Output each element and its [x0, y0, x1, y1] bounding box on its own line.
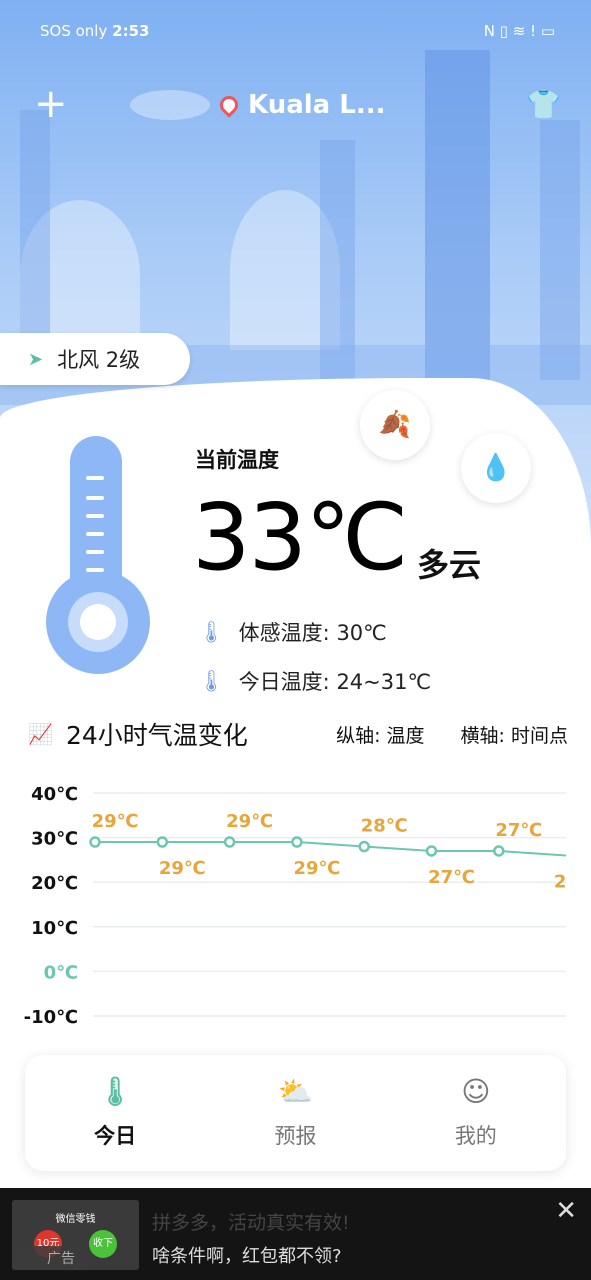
data-point	[223, 836, 236, 848]
line-chart-icon: 📈	[28, 722, 53, 746]
y-tick-label: -10℃	[24, 1007, 78, 1028]
data-point	[425, 845, 438, 857]
y-tick-label: 40℃	[31, 784, 78, 805]
city-name: Kuala L...	[248, 90, 386, 120]
nav-label: 我的	[454, 1124, 497, 1148]
ad-image-title: 微信零钱	[55, 1214, 96, 1225]
tshirt-icon[interactable]: 👕	[526, 88, 561, 121]
current-temp-label: 当前温度	[195, 448, 279, 472]
y-axis-note: 纵轴: 温度	[336, 724, 425, 747]
thermometer-small-icon: 🌡	[198, 668, 225, 693]
thermometer-small-icon: 🌡	[198, 619, 225, 644]
close-icon[interactable]: ✕	[555, 1196, 577, 1226]
data-label: 29℃	[293, 858, 340, 879]
data-point	[89, 836, 101, 848]
feels-like-value: 30℃	[336, 621, 387, 645]
nav-label: 今日	[94, 1124, 137, 1148]
data-label: 2	[554, 871, 567, 892]
today-range-value: 24~31℃	[336, 670, 432, 694]
ad-banner[interactable]: 微信零钱 10元 收下 广告 拼多多，活动真实有效! 啥条件啊，红包都不领? ✕	[0, 1188, 591, 1280]
humidity-button[interactable]: 💧	[461, 433, 531, 503]
wind-badge: ➤ 北风 2级	[0, 333, 190, 385]
data-label: 27℃	[428, 867, 475, 888]
wind-text: 北风 2级	[57, 348, 141, 372]
chart-header: 📈 24小时气温变化 纵轴: 温度 横轴: 时间点	[28, 716, 568, 752]
city-selector[interactable]: Kuala L...	[216, 90, 386, 120]
carrier: SOS only	[40, 22, 108, 40]
y-tick-label: 30℃	[31, 829, 78, 850]
clock: 2:53	[112, 22, 150, 40]
chart-title: 24小时气温变化	[66, 721, 248, 750]
data-point	[291, 836, 303, 848]
location-pin-icon	[216, 92, 242, 118]
data-label: 29℃	[159, 858, 206, 879]
data-point	[358, 840, 370, 853]
ad-line-1: 拼多多，活动真实有效!	[152, 1212, 350, 1234]
data-point	[156, 836, 169, 848]
user-icon: ☺	[461, 1075, 491, 1108]
water-drops-icon: 💧	[479, 453, 513, 483]
x-axis-note: 横轴: 时间点	[460, 724, 568, 747]
status-bar: SOS only 2:53 N ▯ ≋ ! ▭	[40, 22, 555, 40]
ad-image: 微信零钱 10元 收下 广告	[12, 1200, 139, 1270]
today-range-label: 今日温度:	[238, 670, 330, 694]
bottom-nav: 🌡 今日 ⛅ 预报 ☺ 我的	[25, 1055, 566, 1171]
y-tick-label: 10℃	[31, 918, 78, 939]
feels-like-row: 🌡 体感温度: 30℃	[198, 617, 387, 647]
current-temperature: 33℃	[192, 484, 408, 591]
data-label: 29℃	[226, 811, 273, 832]
leaf-button[interactable]: 🍂	[360, 390, 430, 460]
data-label: 28℃	[361, 816, 408, 837]
feels-like-label: 体感温度:	[238, 621, 330, 645]
leaf-icon: 🍂	[378, 410, 412, 440]
data-label: 29℃	[92, 811, 139, 832]
add-city-button[interactable]: +	[34, 84, 68, 124]
y-tick-label: 0℃	[44, 962, 78, 983]
nav-forecast[interactable]: ⛅ 预报	[205, 1055, 385, 1171]
temperature-line-chart: 40℃ 30℃ 20℃ 10℃ 0℃ -10℃ 29℃ 29℃ 29℃ 29℃ 28℃ 27℃ 27℃ 2	[24, 784, 567, 1028]
y-tick-label: 20℃	[31, 873, 78, 894]
nav-profile[interactable]: ☺ 我的	[386, 1055, 566, 1171]
today-range-row: 🌡 今日温度: 24~31℃	[198, 666, 431, 696]
data-point	[493, 845, 505, 857]
nav-today[interactable]: 🌡 今日	[25, 1055, 205, 1171]
ad-image-button: 收下	[89, 1230, 117, 1258]
ad-badge: 广告	[17, 1246, 81, 1270]
nav-label: 预报	[274, 1124, 317, 1148]
thermometer-icon: 🌡	[97, 1075, 133, 1108]
navigation-arrow-icon: ➤	[28, 348, 44, 370]
status-icons: N ▯ ≋ ! ▭	[483, 22, 555, 40]
plus-icon: +	[34, 81, 68, 127]
cloud-sun-icon: ⛅	[278, 1075, 313, 1108]
weather-condition: 多云	[417, 546, 482, 584]
data-label: 27℃	[495, 820, 542, 841]
thermometer-illustration	[46, 436, 150, 674]
ad-line-2: 啥条件啊，红包都不领?	[152, 1246, 342, 1267]
